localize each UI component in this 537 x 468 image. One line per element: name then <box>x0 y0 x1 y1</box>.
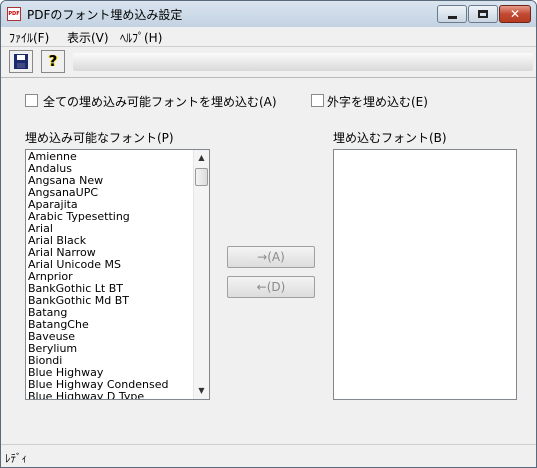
embed-all-label[interactable]: 全ての埋め込み可能フォントを埋め込む(A) <box>43 93 277 110</box>
available-fonts-items: Amienne Andalus Angsana New AngsanaUPC Apara… <box>28 151 168 400</box>
minimize-button[interactable] <box>437 5 467 23</box>
save-button[interactable] <box>9 50 33 73</box>
embedded-fonts-heading: 埋め込むフォント(B) <box>333 131 447 145</box>
add-font-button[interactable]: →(A) <box>227 246 315 268</box>
minimize-icon <box>448 16 457 19</box>
menu-bar: ﾌｧｲﾙ(F) 表示(V) ﾍﾙﾌﾟ(H) <box>1 27 536 47</box>
app-icon: PDF <box>7 7 21 21</box>
dialog-content: 全ての埋め込み可能フォントを埋め込む(A) 外字を埋め込む(E) 埋め込み可能な… <box>1 78 536 444</box>
list-scrollbar[interactable]: ▲ ▼ <box>193 150 209 399</box>
available-fonts-list[interactable]: Amienne Andalus Angsana New AngsanaUPC Apara… <box>25 149 210 400</box>
embed-gaiji-checkbox[interactable] <box>311 94 324 107</box>
status-bar: ﾚﾃﾞｨ <box>1 444 536 467</box>
available-fonts-heading: 埋め込み可能なフォント(P) <box>25 131 174 145</box>
menu-help[interactable]: ﾍﾙﾌﾟ(H) <box>120 29 162 46</box>
toolbar-band <box>73 53 533 71</box>
help-button[interactable]: ? <box>41 50 65 73</box>
embed-gaiji-label[interactable]: 外字を埋め込む(E) <box>327 93 428 110</box>
font-list-item[interactable]: Blue Highway D Type <box>28 391 168 400</box>
embedded-fonts-list[interactable] <box>333 149 517 400</box>
maximize-button[interactable] <box>468 5 498 23</box>
embed-all-checkbox[interactable] <box>25 94 38 107</box>
window-title: PDFのフォント埋め込み設定 <box>27 8 183 22</box>
close-button[interactable]: ✕ <box>499 5 531 23</box>
app-window: PDF PDFのフォント埋め込み設定 ✕ ﾌｧｲﾙ(F) 表示(V) ﾍﾙﾌﾟ(… <box>0 0 537 468</box>
menu-view[interactable]: 表示(V) <box>67 29 109 46</box>
status-text: ﾚﾃﾞｨ <box>5 452 27 465</box>
menu-file[interactable]: ﾌｧｲﾙ(F) <box>9 29 49 46</box>
floppy-disk-icon <box>14 54 28 69</box>
scroll-down-arrow-icon[interactable]: ▼ <box>194 383 209 399</box>
close-icon: ✕ <box>509 7 521 21</box>
toolbar: ? <box>1 47 536 78</box>
remove-font-button[interactable]: ←(D) <box>227 276 315 298</box>
scroll-thumb[interactable] <box>195 168 208 186</box>
maximize-icon <box>478 10 488 18</box>
scroll-up-arrow-icon[interactable]: ▲ <box>194 150 209 166</box>
title-bar[interactable]: PDF PDFのフォント埋め込み設定 ✕ <box>1 1 536 27</box>
help-icon: ? <box>48 52 58 70</box>
